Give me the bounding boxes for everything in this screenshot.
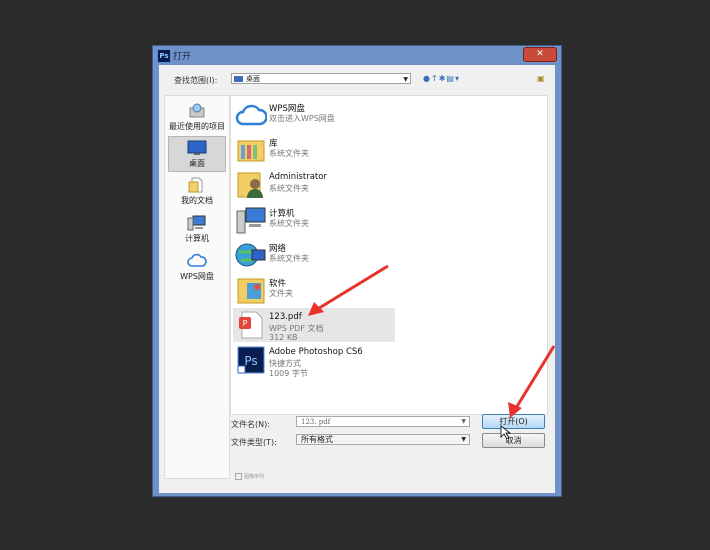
lookin-value: 桌面 [246, 75, 260, 83]
up-folder-icon[interactable]: ↑ [431, 74, 439, 83]
svg-text:P: P [243, 319, 248, 328]
cancel-button[interactable]: 取消 [482, 433, 545, 448]
photoshop-icon: Ps [237, 346, 265, 374]
nav-toolbar: ●↑✱▤▾ [423, 74, 460, 83]
preview-toggle-icon[interactable]: ▣ [537, 74, 545, 83]
photoshop-app-icon: Ps [157, 49, 171, 63]
mouse-cursor-icon [500, 425, 512, 439]
close-button[interactable]: ✕ [523, 47, 557, 62]
file-type: 双击进入WPS网盘 [269, 114, 335, 123]
chevron-down-icon: ▼ [403, 76, 408, 83]
file-item-library[interactable]: 库 系统文件夹 [233, 133, 393, 167]
chevron-down-icon[interactable]: ▼ [461, 435, 466, 445]
filetype-value: 所有格式 [301, 435, 333, 444]
file-item-computer[interactable]: 计算机 系统文件夹 [233, 203, 393, 237]
image-sequence-label: 图像序列 [244, 474, 265, 480]
checkbox-box [235, 473, 242, 480]
file-type: 系统文件夹 [269, 219, 309, 228]
file-type: 系统文件夹 [269, 149, 309, 158]
place-label: 最近使用的项目 [169, 122, 225, 131]
chevron-down-icon[interactable]: ▼ [461, 417, 466, 427]
file-name: Administrator [269, 172, 327, 182]
recent-icon [189, 103, 205, 118]
image-sequence-checkbox[interactable]: 图像序列 [235, 473, 264, 480]
network-icon [235, 243, 266, 267]
file-item-photoshop[interactable]: Ps Adobe Photoshop CS6 快捷方式 1009 字节 [233, 343, 393, 378]
cloud-icon [235, 104, 267, 126]
place-recent[interactable]: 最近使用的项目 [168, 100, 226, 136]
view-menu-icon[interactable]: ▤▾ [446, 74, 460, 83]
place-label: WPS网盘 [180, 272, 214, 281]
file-size: 312 KB [269, 333, 298, 342]
file-name: Adobe Photoshop CS6 [269, 347, 363, 357]
svg-text:Ps: Ps [244, 354, 257, 368]
place-documents[interactable]: 我的文档 [168, 174, 226, 210]
filename-input[interactable]: 123. pdf ▼ [296, 416, 470, 427]
file-item-wps-cloud[interactable]: WPS网盘 双击进入WPS网盘 [233, 98, 393, 132]
file-type: 系统文件夹 [269, 184, 309, 193]
annotation-arrow-icon [308, 264, 389, 316]
place-desktop[interactable]: 桌面 [168, 136, 226, 172]
filename-value: 123. pdf [301, 418, 331, 426]
place-label: 计算机 [185, 234, 209, 243]
folder-icon [237, 278, 265, 304]
desktop-icon [187, 140, 207, 155]
back-icon[interactable]: ● [423, 74, 431, 83]
file-item-administrator[interactable]: Administrator 系统文件夹 [233, 168, 393, 202]
places-bar: 最近使用的项目 桌面 我的文档 计算机 WPS网盘 [164, 95, 230, 479]
computer-icon [236, 207, 266, 234]
dialog-title: 打开 [173, 52, 192, 62]
computer-icon [187, 215, 206, 231]
file-type: 文件夹 [269, 289, 293, 298]
documents-icon [188, 177, 203, 193]
place-label: 桌面 [189, 159, 205, 168]
filetype-label: 文件类型(T): [231, 438, 277, 447]
user-folder-icon [237, 172, 263, 198]
library-icon [237, 140, 265, 162]
pdf-icon: P [239, 311, 263, 339]
place-wps-cloud[interactable]: WPS网盘 [168, 250, 226, 286]
annotation-arrow-icon [508, 345, 556, 418]
filetype-select[interactable]: 所有格式 ▼ [296, 434, 470, 445]
desktop-mini-icon [234, 76, 243, 82]
place-label: 我的文档 [181, 196, 213, 205]
filename-label: 文件名(N): [231, 420, 270, 429]
place-computer[interactable]: 计算机 [168, 212, 226, 248]
file-size: 1009 字节 [269, 369, 308, 378]
cloud-icon [187, 253, 207, 267]
lookin-dropdown[interactable]: 桌面 ▼ [231, 73, 411, 84]
lookin-label: 查找范围(I): [174, 76, 218, 85]
titlebar[interactable]: Ps 打开 ✕ [153, 46, 561, 64]
file-name: 123.pdf [269, 312, 302, 322]
